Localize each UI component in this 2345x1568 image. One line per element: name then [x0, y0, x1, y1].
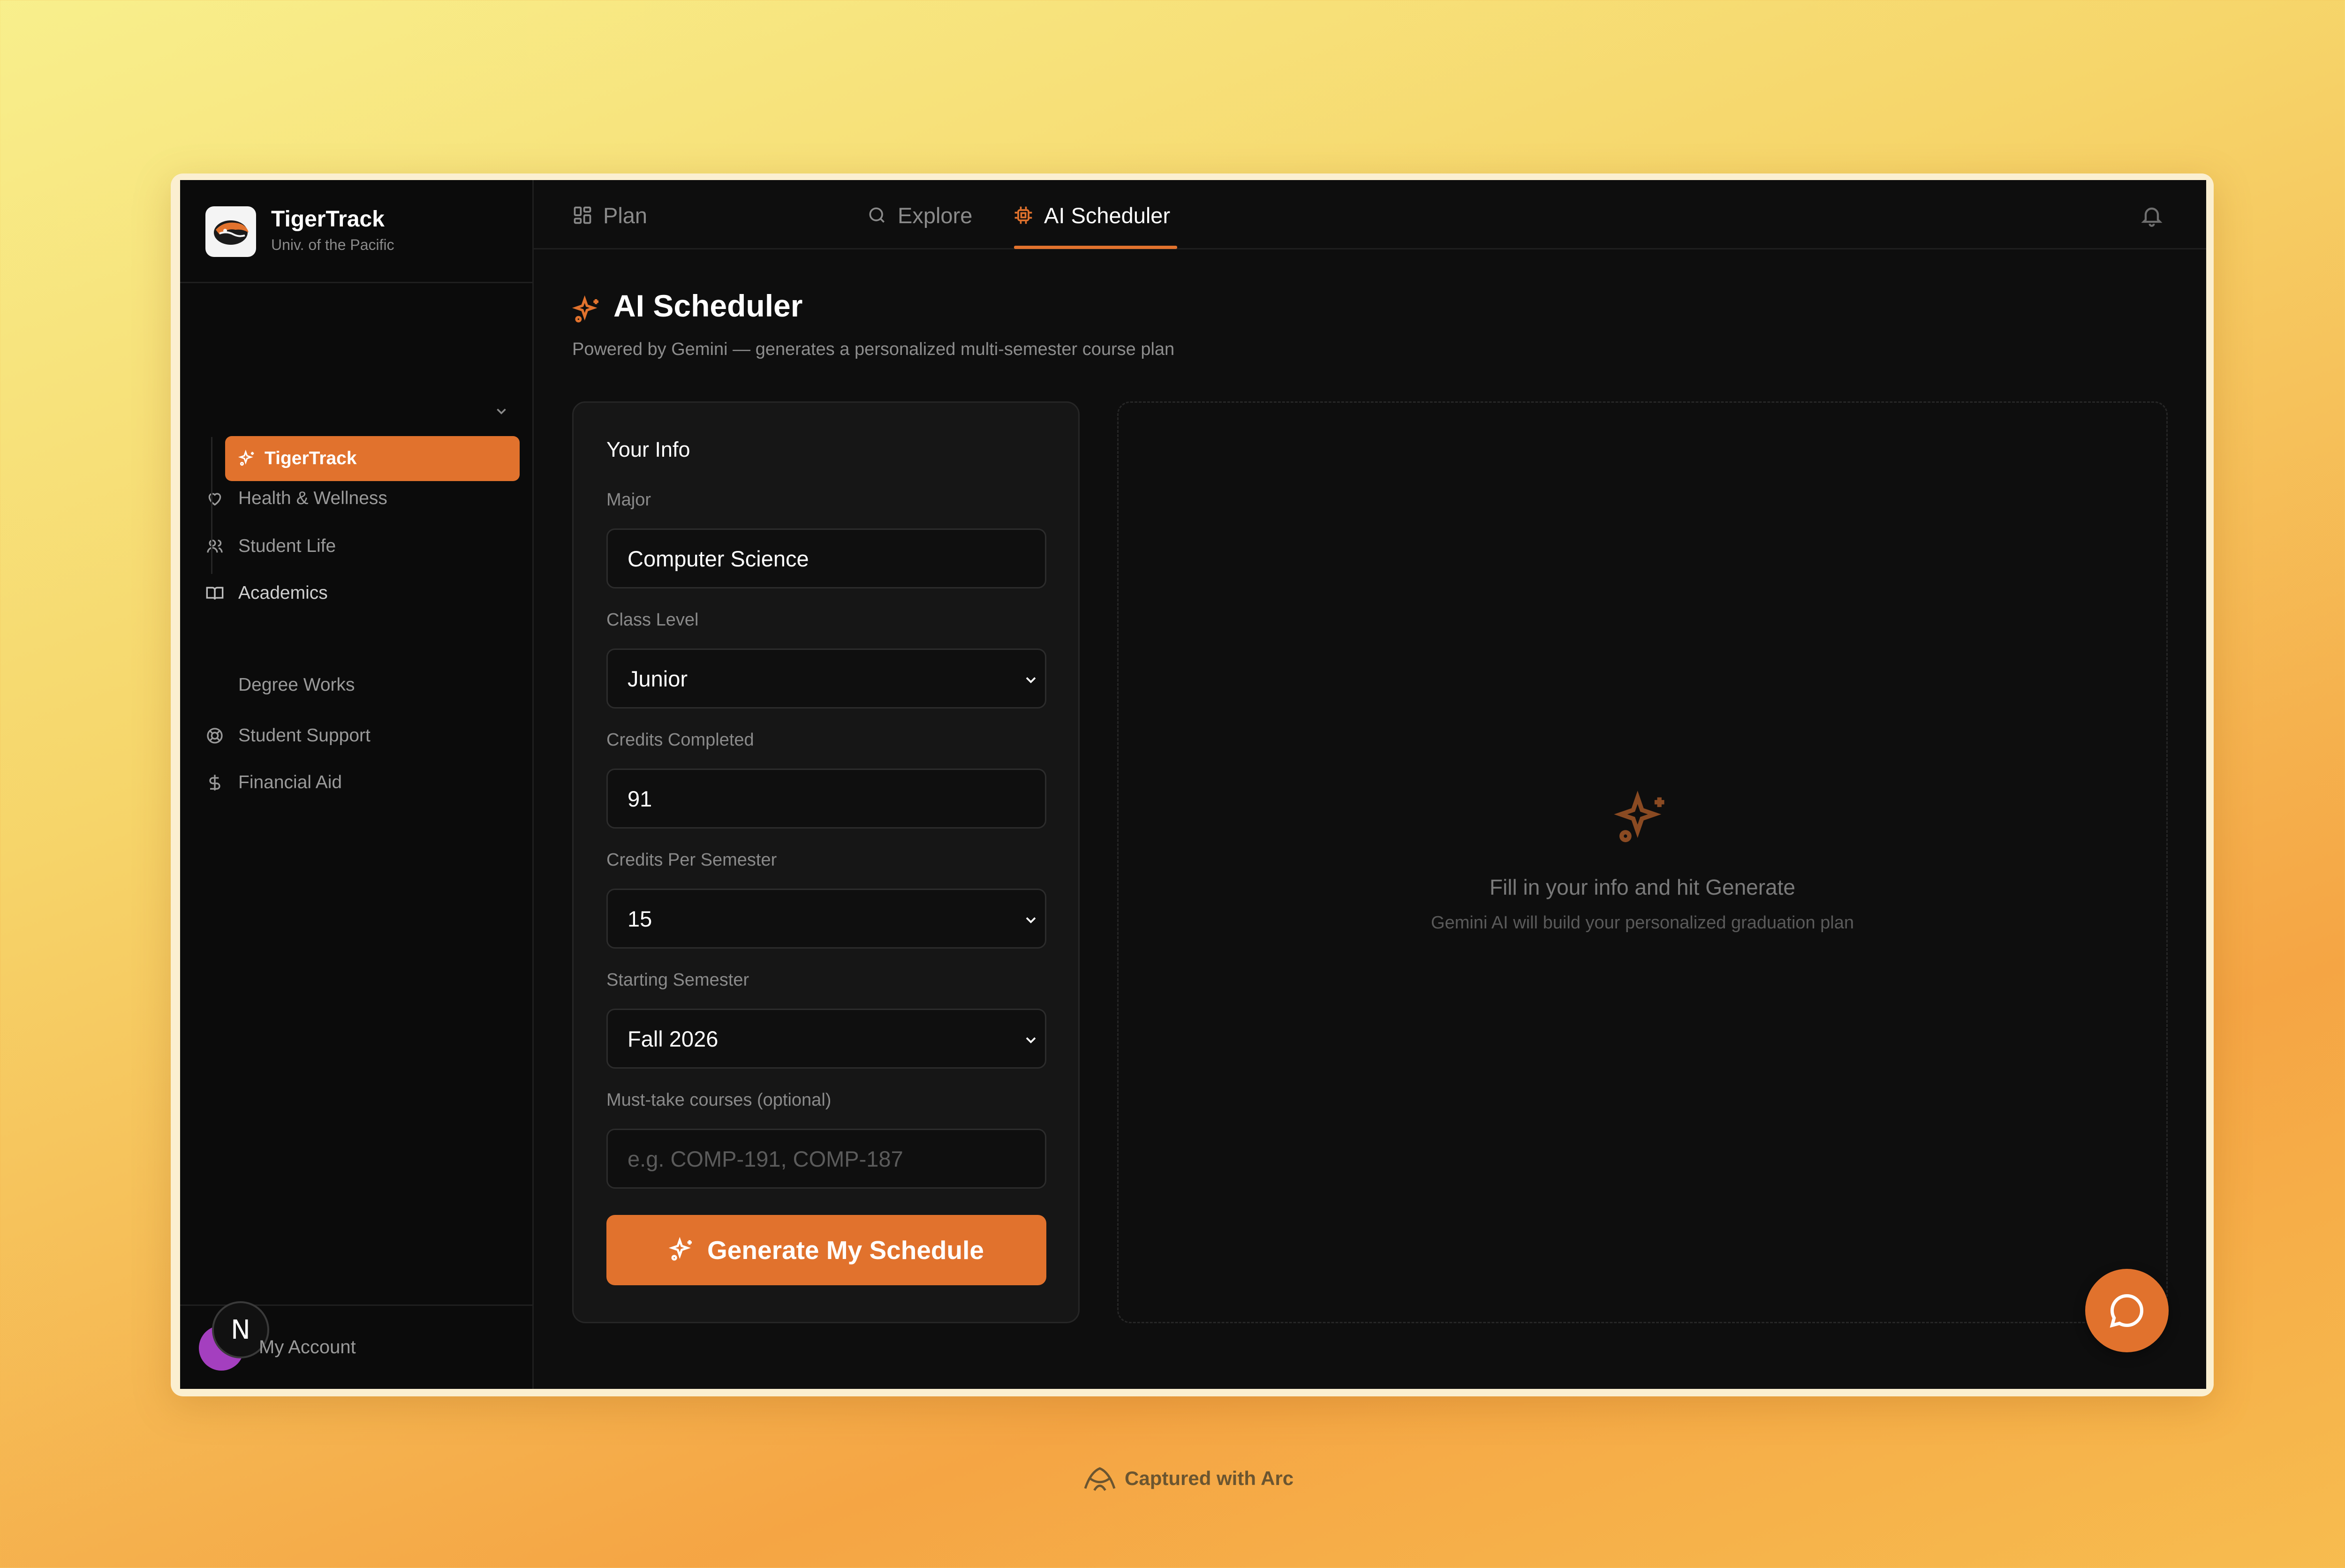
chat-bubble-icon — [2110, 1294, 2143, 1328]
class-level-select[interactable]: Junior — [606, 648, 1046, 709]
chevron-down-icon — [1026, 1037, 1036, 1044]
page-subtitle: Powered by Gemini — generates a personal… — [572, 339, 1175, 359]
major-input[interactable]: Computer Science — [606, 528, 1046, 588]
card-title: Your Info — [606, 437, 690, 461]
sidebar-item-label: TigerTrack — [265, 448, 357, 468]
chevron-down-icon — [1026, 677, 1036, 684]
credits-completed-input[interactable]: 91 — [606, 769, 1046, 829]
sparkles-icon — [1614, 791, 1664, 843]
brand-subtitle: Univ. of the Pacific — [271, 236, 394, 253]
class-level-value: Junior — [628, 666, 688, 691]
chip-icon — [1014, 206, 1032, 224]
tab-ai-scheduler[interactable]: AI Scheduler — [1013, 199, 1170, 232]
empty-state-subtitle: Gemini AI will build your personalized g… — [1431, 913, 1854, 933]
schedule-result-panel: Fill in your info and hit Generate Gemin… — [1117, 401, 2168, 1323]
credits-per-semester-select[interactable]: 15 — [606, 889, 1046, 949]
starting-semester-select[interactable]: Fall 2026 — [606, 1009, 1046, 1069]
brand-name: TigerTrack — [271, 207, 385, 232]
brand-header: TigerTrack Univ. of the Pacific — [180, 180, 532, 283]
sidebar: TigerTrack Univ. of the Pacific Health &… — [180, 180, 534, 1389]
major-value: Computer Science — [628, 546, 809, 571]
sidebar-item-label: Student Life — [238, 536, 336, 556]
sidebar-item-label: Degree Works — [238, 675, 355, 695]
capture-label: Captured with Arc — [1125, 1467, 1294, 1489]
sidebar-item-degree-works[interactable]: Degree Works — [238, 669, 355, 701]
credits-completed-value: 91 — [628, 786, 652, 811]
sidebar-item-label: Academics — [238, 583, 328, 603]
sparkles-icon — [669, 1237, 692, 1261]
sidebar-item-label: Health & Wellness — [238, 488, 387, 508]
chevron-down-icon[interactable] — [493, 403, 509, 419]
credits-per-semester-value: 15 — [628, 906, 652, 931]
sparkles-icon — [572, 295, 598, 323]
starting-semester-value: Fall 2026 — [628, 1026, 719, 1051]
starting-semester-label: Starting Semester — [606, 970, 749, 990]
credits-completed-label: Credits Completed — [606, 730, 754, 750]
tab-explore[interactable]: Explore — [867, 199, 972, 232]
your-info-card: Your Info Major Computer Science Class L… — [572, 401, 1080, 1323]
tab-label: Plan — [603, 203, 648, 228]
book-icon — [206, 587, 224, 600]
heart-icon — [208, 493, 221, 506]
must-take-placeholder: e.g. COMP-191, COMP-187 — [628, 1146, 903, 1171]
tiger-logo-icon[interactable] — [205, 206, 256, 257]
lifebuoy-icon — [207, 728, 223, 744]
active-tab-indicator — [1014, 246, 1177, 249]
chat-button[interactable] — [2085, 1269, 2169, 1352]
top-tabs: Plan Explore AI Scheduler — [534, 180, 2206, 249]
major-label: Major — [606, 490, 651, 510]
account-section[interactable]: N My Account — [180, 1301, 532, 1389]
bell-icon[interactable] — [2140, 204, 2164, 228]
submenu-line — [211, 437, 212, 574]
sidebar-item-student-life[interactable]: Student Life — [205, 530, 336, 563]
my-account-link[interactable]: My Account — [259, 1337, 356, 1358]
must-take-label: Must-take courses (optional) — [606, 1090, 832, 1110]
generate-schedule-button[interactable]: Generate My Schedule — [606, 1215, 1046, 1285]
page-title: AI Scheduler — [613, 288, 803, 323]
empty-state-title: Fill in your info and hit Generate — [1489, 875, 1796, 899]
app-window: TigerTrack Univ. of the Pacific Health &… — [180, 180, 2206, 1389]
tab-label: AI Scheduler — [1044, 203, 1171, 228]
class-level-label: Class Level — [606, 610, 699, 630]
sidebar-item-financial-aid[interactable]: Financial Aid — [205, 766, 342, 799]
must-take-input[interactable]: e.g. COMP-191, COMP-187 — [606, 1129, 1046, 1189]
arc-logo-icon — [1084, 1467, 1116, 1491]
sidebar-item-student-support[interactable]: Student Support — [205, 719, 371, 752]
tab-label: Explore — [898, 203, 973, 228]
users-icon — [207, 539, 223, 553]
capture-watermark: Captured with Arc — [1082, 1463, 1294, 1494]
dollar-icon — [209, 775, 220, 791]
sidebar-item-tigertrack[interactable]: TigerTrack — [225, 436, 520, 481]
grid-icon — [574, 206, 591, 224]
sidebar-item-label: Student Support — [238, 725, 371, 746]
generate-button-label: Generate My Schedule — [707, 1236, 984, 1265]
sidebar-item-academics[interactable]: Academics — [205, 577, 328, 610]
sidebar-item-health-wellness[interactable]: Health & Wellness — [205, 482, 387, 515]
tab-plan[interactable]: Plan — [572, 199, 647, 232]
sidebar-item-label: Financial Aid — [238, 772, 342, 792]
chevron-down-icon — [1026, 917, 1036, 924]
credits-per-semester-label: Credits Per Semester — [606, 850, 777, 870]
search-icon — [869, 207, 885, 223]
sparkles-icon — [238, 450, 254, 466]
